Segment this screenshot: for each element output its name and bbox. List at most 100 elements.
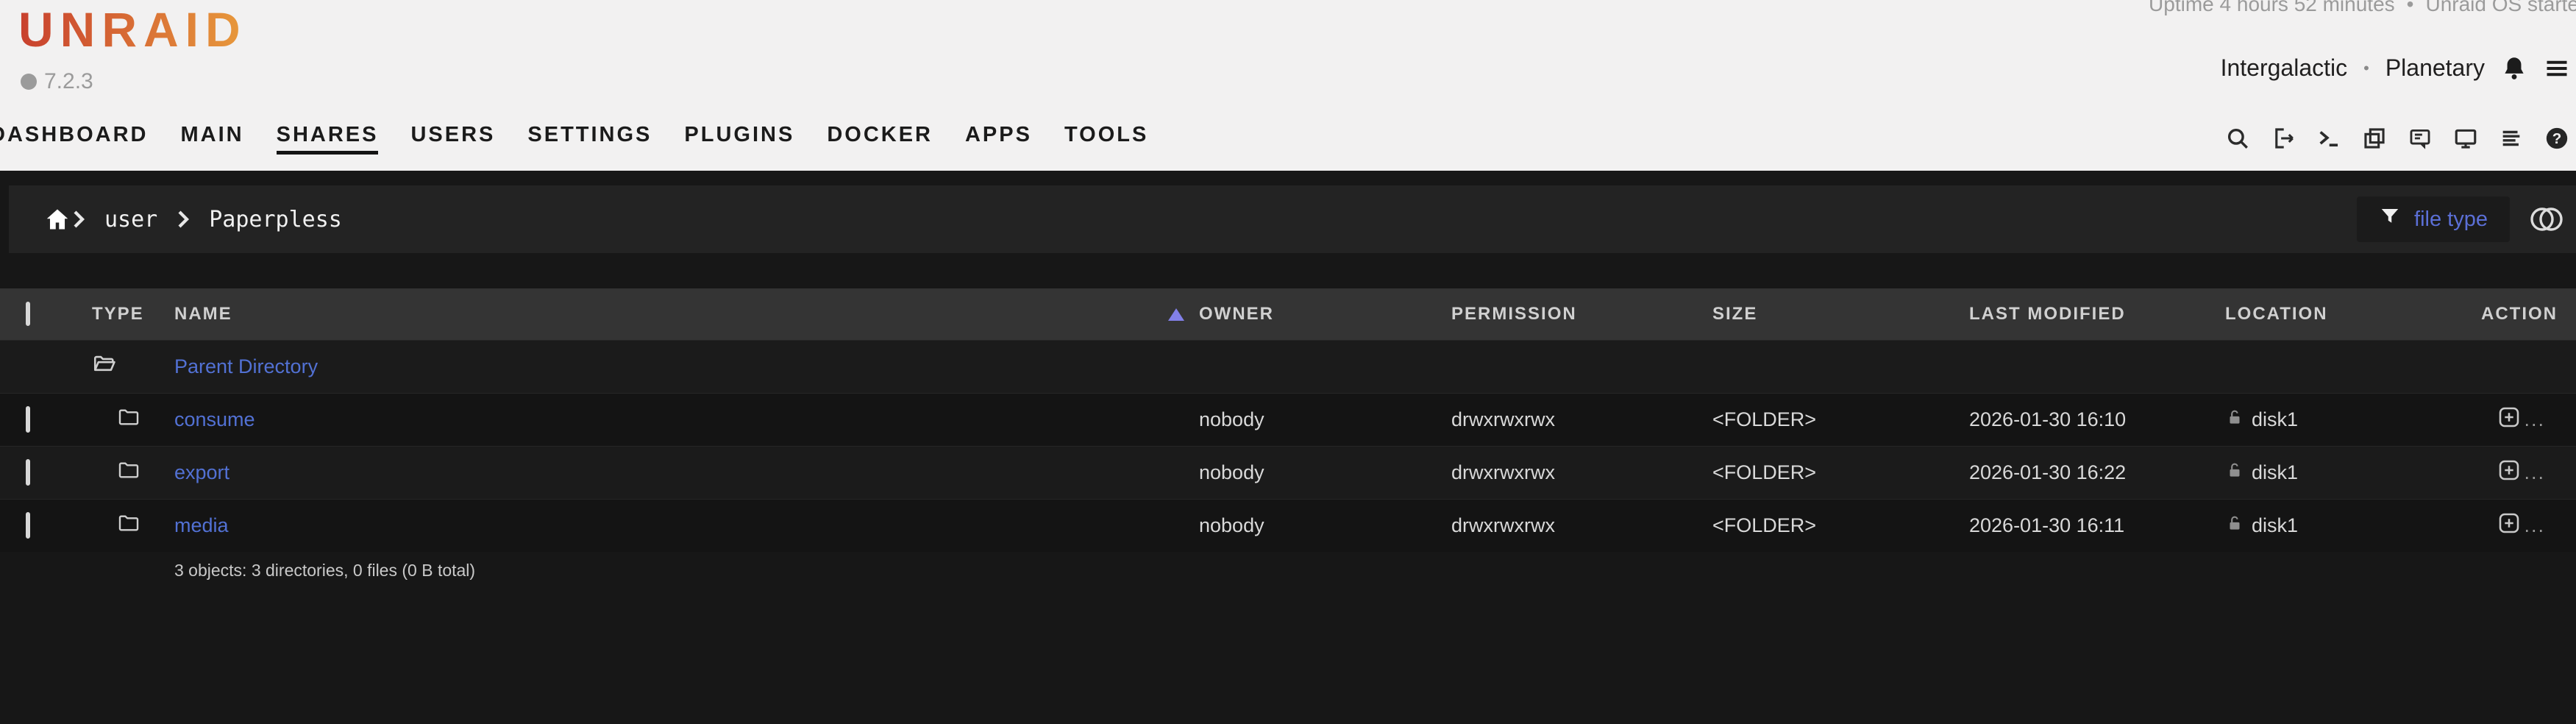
column-header-permission[interactable]: PERMISSION bbox=[1451, 304, 1712, 324]
folder-open-icon bbox=[92, 352, 117, 382]
more-actions-label[interactable]: ... bbox=[2524, 514, 2545, 537]
top-header: UNRAID 7.2.3 Uptime 4 hours 52 minutes •… bbox=[0, 0, 2576, 171]
svg-text:?: ? bbox=[2552, 130, 2562, 147]
table-row: consume nobody drwxrwxrwx <FOLDER> 2026-… bbox=[0, 393, 2576, 446]
location-label: disk1 bbox=[2252, 461, 2298, 484]
location-cell: disk1 bbox=[2225, 514, 2481, 538]
server-description: Planetary bbox=[2385, 54, 2485, 82]
nav-item-shares[interactable]: SHARES bbox=[277, 123, 379, 155]
remote-display-icon[interactable] bbox=[2452, 125, 2479, 152]
size-cell: <FOLDER> bbox=[1712, 461, 1969, 484]
chevron-right-icon bbox=[175, 208, 191, 230]
sort-asc-icon[interactable] bbox=[1168, 308, 1184, 321]
last-modified-cell: 2026-01-30 16:10 bbox=[1969, 408, 2225, 431]
row-checkbox[interactable] bbox=[26, 512, 30, 539]
owner-cell: nobody bbox=[1199, 461, 1451, 484]
folder-icon bbox=[117, 511, 140, 540]
file-table: TYPE NAME OWNER PERMISSION SIZE LAST MOD… bbox=[0, 288, 2576, 581]
filter-label: file type bbox=[2414, 207, 2488, 232]
column-header-type[interactable]: TYPE bbox=[92, 304, 174, 324]
help-icon[interactable]: ? bbox=[2544, 125, 2570, 152]
row-checkbox[interactable] bbox=[26, 406, 30, 433]
hamburger-menu-icon[interactable] bbox=[2544, 55, 2570, 82]
row-checkbox[interactable] bbox=[26, 459, 30, 486]
notifications-bell-icon[interactable] bbox=[2501, 55, 2527, 82]
nav-item-main[interactable]: MAIN bbox=[181, 123, 244, 155]
permission-cell: drwxrwxrwx bbox=[1451, 461, 1712, 484]
more-actions-label[interactable]: ... bbox=[2524, 461, 2545, 484]
expand-actions-icon[interactable] bbox=[2496, 404, 2522, 436]
location-cell: disk1 bbox=[2225, 408, 2481, 432]
log-icon[interactable] bbox=[2498, 125, 2525, 152]
column-header-last-modified[interactable]: LAST MODIFIED bbox=[1969, 304, 2225, 324]
uptime-separator: • bbox=[2407, 0, 2414, 16]
table-row: export nobody drwxrwxrwx <FOLDER> 2026-0… bbox=[0, 446, 2576, 499]
file-name-link[interactable]: media bbox=[174, 514, 229, 536]
last-modified-cell: 2026-01-30 16:22 bbox=[1969, 461, 2225, 484]
nav-item-settings[interactable]: SETTINGS bbox=[527, 123, 652, 155]
folder-icon bbox=[117, 405, 140, 434]
column-header-location[interactable]: LOCATION bbox=[2225, 304, 2481, 324]
permission-cell: drwxrwxrwx bbox=[1451, 514, 1712, 537]
expand-actions-icon[interactable] bbox=[2496, 510, 2522, 542]
permission-cell: drwxrwxrwx bbox=[1451, 408, 1712, 431]
size-cell: <FOLDER> bbox=[1712, 408, 1969, 431]
table-header: TYPE NAME OWNER PERMISSION SIZE LAST MOD… bbox=[0, 288, 2576, 340]
location-label: disk1 bbox=[2252, 408, 2298, 431]
lock-icon bbox=[2225, 514, 2244, 538]
nav-item-docker[interactable]: DOCKER bbox=[827, 123, 933, 155]
os-status-text: Unraid OS starte bbox=[2425, 0, 2576, 16]
file-type-filter[interactable]: file type bbox=[2357, 196, 2510, 242]
location-label: disk1 bbox=[2252, 514, 2298, 537]
lock-icon bbox=[2225, 408, 2244, 432]
last-modified-cell: 2026-01-30 16:11 bbox=[1969, 514, 2225, 537]
uptime-text: Uptime 4 hours 52 minutes bbox=[2149, 0, 2395, 16]
main-nav: DASHBOARD MAIN SHARES USERS SETTINGS PLUGINS D… bbox=[0, 123, 1148, 155]
table-body: Parent Directory bbox=[0, 340, 2576, 552]
filter-funnel-icon bbox=[2379, 205, 2401, 233]
select-all-checkbox[interactable] bbox=[26, 302, 30, 326]
nav-item-apps[interactable]: APPS bbox=[965, 123, 1032, 155]
size-cell: <FOLDER> bbox=[1712, 514, 1969, 537]
expand-actions-icon[interactable] bbox=[2496, 457, 2522, 489]
nav-item-dashboard[interactable]: DASHBOARD bbox=[0, 123, 149, 155]
view-toggle-icon[interactable] bbox=[2527, 205, 2566, 234]
row-actions[interactable]: ... bbox=[2481, 404, 2545, 436]
server-identity: Intergalactic • Planetary bbox=[2221, 54, 2570, 82]
table-row: Parent Directory bbox=[0, 340, 2576, 393]
unraid-logo[interactable]: UNRAID bbox=[18, 1, 247, 57]
breadcrumb: user Paperpless file type bbox=[9, 185, 2576, 253]
breadcrumb-segment-user[interactable]: user bbox=[104, 207, 157, 233]
nav-item-users[interactable]: USERS bbox=[410, 123, 495, 155]
column-header-size[interactable]: SIZE bbox=[1712, 304, 1969, 324]
more-actions-label[interactable]: ... bbox=[2524, 408, 2545, 431]
column-header-name[interactable]: NAME bbox=[174, 304, 232, 324]
lock-icon bbox=[2225, 461, 2244, 485]
nav-item-plugins[interactable]: PLUGINS bbox=[684, 123, 794, 155]
copy-icon[interactable] bbox=[2361, 125, 2388, 152]
home-icon[interactable] bbox=[44, 206, 71, 233]
row-actions[interactable]: ... bbox=[2481, 510, 2545, 542]
server-separator: • bbox=[2363, 59, 2369, 78]
row-actions[interactable]: ... bbox=[2481, 457, 2545, 489]
file-name-link[interactable]: Parent Directory bbox=[174, 355, 318, 377]
file-name-link[interactable]: consume bbox=[174, 408, 255, 430]
column-header-owner[interactable]: OWNER bbox=[1199, 304, 1451, 324]
status-dot-icon bbox=[21, 74, 37, 90]
column-header-action: ACTION bbox=[2481, 304, 2545, 324]
search-icon[interactable] bbox=[2224, 125, 2251, 152]
location-cell: disk1 bbox=[2225, 461, 2481, 485]
version-number: 7.2.3 bbox=[44, 69, 93, 94]
breadcrumb-segment-current: Paperpless bbox=[209, 207, 342, 233]
sign-out-icon[interactable] bbox=[2270, 125, 2296, 152]
table-row: media nobody drwxrwxrwx <FOLDER> 2026-01… bbox=[0, 499, 2576, 552]
terminal-icon[interactable] bbox=[2316, 125, 2342, 152]
chevron-right-icon bbox=[71, 208, 87, 230]
header-toolbar: ? bbox=[2224, 125, 2570, 152]
breadcrumb-tools: file type bbox=[2357, 196, 2566, 242]
folder-icon bbox=[117, 458, 140, 487]
file-name-link[interactable]: export bbox=[174, 461, 230, 483]
feedback-icon[interactable] bbox=[2407, 125, 2433, 152]
uptime-status: Uptime 4 hours 52 minutes • Unraid OS st… bbox=[2149, 0, 2576, 16]
nav-item-tools[interactable]: TOOLS bbox=[1064, 123, 1148, 155]
